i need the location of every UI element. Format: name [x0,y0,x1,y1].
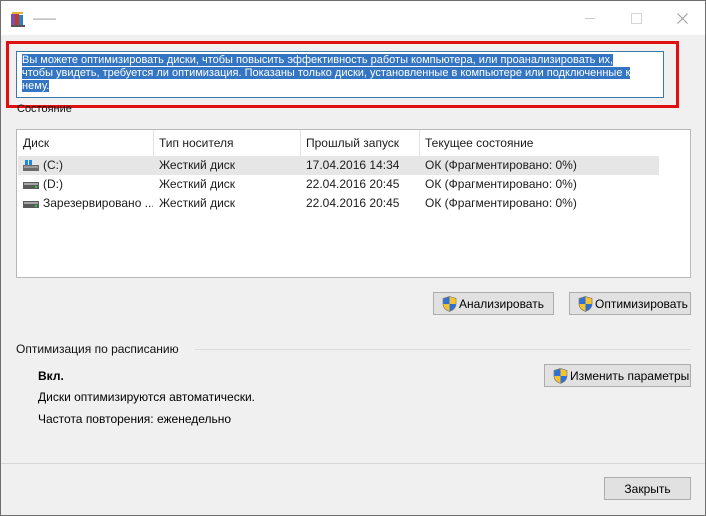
schedule-divider [195,349,691,350]
table-row[interactable]: (D:) Жесткий диск 22.04.2016 20:45 ОК (Ф… [18,175,659,194]
schedule-frequency: Частота повторения: еженедельно [38,412,232,426]
column-header-disk[interactable]: Диск [17,130,154,156]
optimize-drives-window: —— Вы можете оптимизировать диски, чтобы… [0,0,706,516]
table-row[interactable]: Зарезервировано ... Жесткий диск 22.04.2… [18,194,659,213]
minimize-icon [585,17,595,19]
optimize-label: Оптимизировать [595,296,688,311]
schedule-state: Вкл. [38,369,64,383]
change-settings-button[interactable]: Изменить параметры [544,364,691,387]
windows-drive-icon [23,160,39,171]
hard-drive-icon [23,182,39,189]
description-line-1: Вы можете оптимизировать диски, чтобы по… [22,54,614,66]
current-state: ОК (Фрагментировано: 0%) [425,196,577,210]
column-header-media-type[interactable]: Тип носителя [153,130,301,156]
media-type: Жесткий диск [159,177,236,191]
drive-list[interactable]: Диск Тип носителя Прошлый запуск Текущее… [16,129,691,278]
last-run: 17.04.2016 14:34 [306,158,400,172]
last-run: 22.04.2016 20:45 [306,177,400,191]
column-header-last-run[interactable]: Прошлый запуск [300,130,420,156]
description-text: Вы можете оптимизировать диски, чтобы по… [22,54,659,93]
uac-shield-icon [553,367,568,384]
description-textbox[interactable]: Вы можете оптимизировать диски, чтобы по… [16,51,664,98]
close-label: Закрыть [624,481,671,496]
close-icon [676,12,688,24]
column-header-current-state[interactable]: Текущее состояние [419,130,659,156]
schedule-group-label: Оптимизация по расписанию [16,342,179,356]
media-type: Жесткий диск [159,196,236,210]
table-row[interactable]: (C:) Жесткий диск 17.04.2016 14:34 ОК (Ф… [18,156,659,175]
maximize-icon [630,12,642,24]
optimize-button[interactable]: Оптимизировать [569,292,691,315]
current-state: ОК (Фрагментировано: 0%) [425,177,577,191]
minimize-button[interactable] [567,1,613,35]
description-line-3: нему. [22,80,50,92]
uac-shield-icon [442,295,457,312]
footer-divider [1,463,705,464]
current-state: ОК (Фрагментировано: 0%) [425,158,577,172]
disk-name: (C:) [43,158,63,172]
maximize-button[interactable] [613,1,659,35]
hard-drive-icon [23,201,39,208]
uac-shield-icon [578,295,593,312]
close-button[interactable]: Закрыть [604,477,691,500]
analyze-button[interactable]: Анализировать [433,292,554,315]
disk-name: Зарезервировано ... [43,196,153,210]
close-window-button[interactable] [659,1,705,35]
last-run: 22.04.2016 20:45 [306,196,400,210]
status-group-label: Состояние [17,103,72,115]
window-title: —— [33,11,56,25]
title-bar[interactable]: —— [1,1,705,35]
description-line-2: чтобы увидеть, требуется ли оптимизация.… [22,67,631,79]
schedule-description: Диски оптимизируются автоматически. [38,390,256,404]
change-settings-label: Изменить параметры [570,368,690,383]
defrag-app-icon [11,12,25,27]
disk-name: (D:) [43,177,63,191]
analyze-label: Анализировать [459,296,544,311]
media-type: Жесткий диск [159,158,236,172]
